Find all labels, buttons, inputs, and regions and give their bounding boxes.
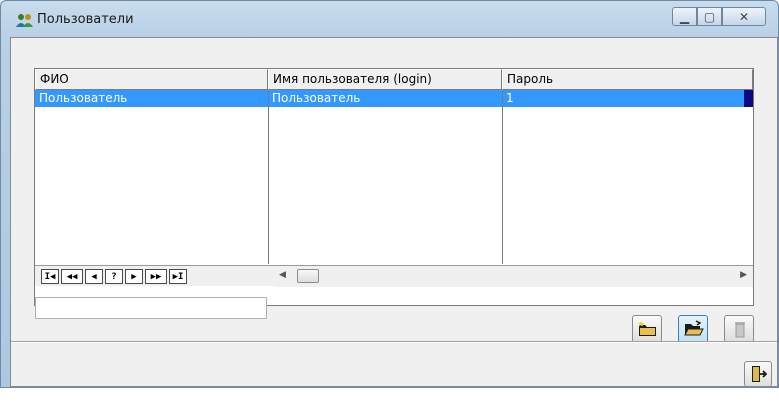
nav-last-button[interactable]: ▶I bbox=[169, 269, 187, 284]
horizontal-scrollbar[interactable]: ◀ ▶ bbox=[275, 265, 753, 287]
nav-next-button[interactable]: ▶ bbox=[125, 269, 143, 284]
nav-prior-button[interactable]: ◀ bbox=[85, 269, 103, 284]
cell-fio[interactable]: Пользователь bbox=[35, 90, 268, 107]
nav-prior-page-button[interactable]: ◀◀ bbox=[61, 269, 83, 284]
nav-next-page-button[interactable]: ▶▶ bbox=[145, 269, 167, 284]
record-navigator: I◀ ◀◀ ◀ ? ▶ ▶▶ ▶I bbox=[35, 265, 275, 286]
close-icon: ✕ bbox=[738, 9, 750, 24]
delete-button[interactable] bbox=[724, 315, 754, 343]
column-divider bbox=[502, 90, 503, 264]
open-button[interactable] bbox=[678, 315, 708, 343]
grid-header: ФИО Имя пользователя (login) Пароль bbox=[35, 69, 753, 90]
users-grid[interactable]: ФИО Имя пользователя (login) Пароль Поль… bbox=[34, 68, 754, 306]
maximize-icon: ▢ bbox=[703, 9, 716, 24]
nav-first-button[interactable]: I◀ bbox=[41, 269, 59, 284]
column-header-login[interactable]: Имя пользователя (login) bbox=[268, 69, 502, 90]
window-client-area: ФИО Имя пользователя (login) Пароль Поль… bbox=[10, 37, 778, 387]
scroll-right-icon[interactable]: ▶ bbox=[740, 270, 747, 280]
window-title: Пользователи bbox=[37, 12, 134, 27]
filter-input[interactable] bbox=[35, 297, 267, 319]
table-row[interactable]: Пользователь Пользователь 1 bbox=[35, 90, 753, 107]
close-button[interactable]: ✕ bbox=[722, 7, 766, 26]
column-header-fio[interactable]: ФИО bbox=[35, 69, 268, 90]
maximize-button[interactable]: ▢ bbox=[697, 7, 722, 26]
column-divider bbox=[268, 90, 269, 264]
minimize-icon: ▁ bbox=[679, 9, 690, 24]
users-icon bbox=[15, 13, 33, 29]
cell-password[interactable]: 1 bbox=[502, 90, 744, 107]
scroll-left-icon[interactable]: ◀ bbox=[279, 270, 286, 280]
scroll-thumb[interactable] bbox=[297, 269, 319, 283]
nav-search-button[interactable]: ? bbox=[105, 269, 123, 284]
exit-button[interactable] bbox=[744, 361, 772, 387]
row-indicator bbox=[744, 90, 753, 107]
title-bar[interactable]: Пользователи ▁ ▢ ✕ bbox=[1, 1, 778, 37]
cell-login[interactable]: Пользователь bbox=[268, 90, 502, 107]
divider-highlight bbox=[11, 342, 777, 343]
minimize-button[interactable]: ▁ bbox=[672, 7, 697, 26]
add-button[interactable] bbox=[632, 315, 662, 343]
users-window: Пользователи ▁ ▢ ✕ ФИО Имя пользователя … bbox=[0, 0, 779, 388]
column-header-password[interactable]: Пароль bbox=[502, 69, 753, 90]
